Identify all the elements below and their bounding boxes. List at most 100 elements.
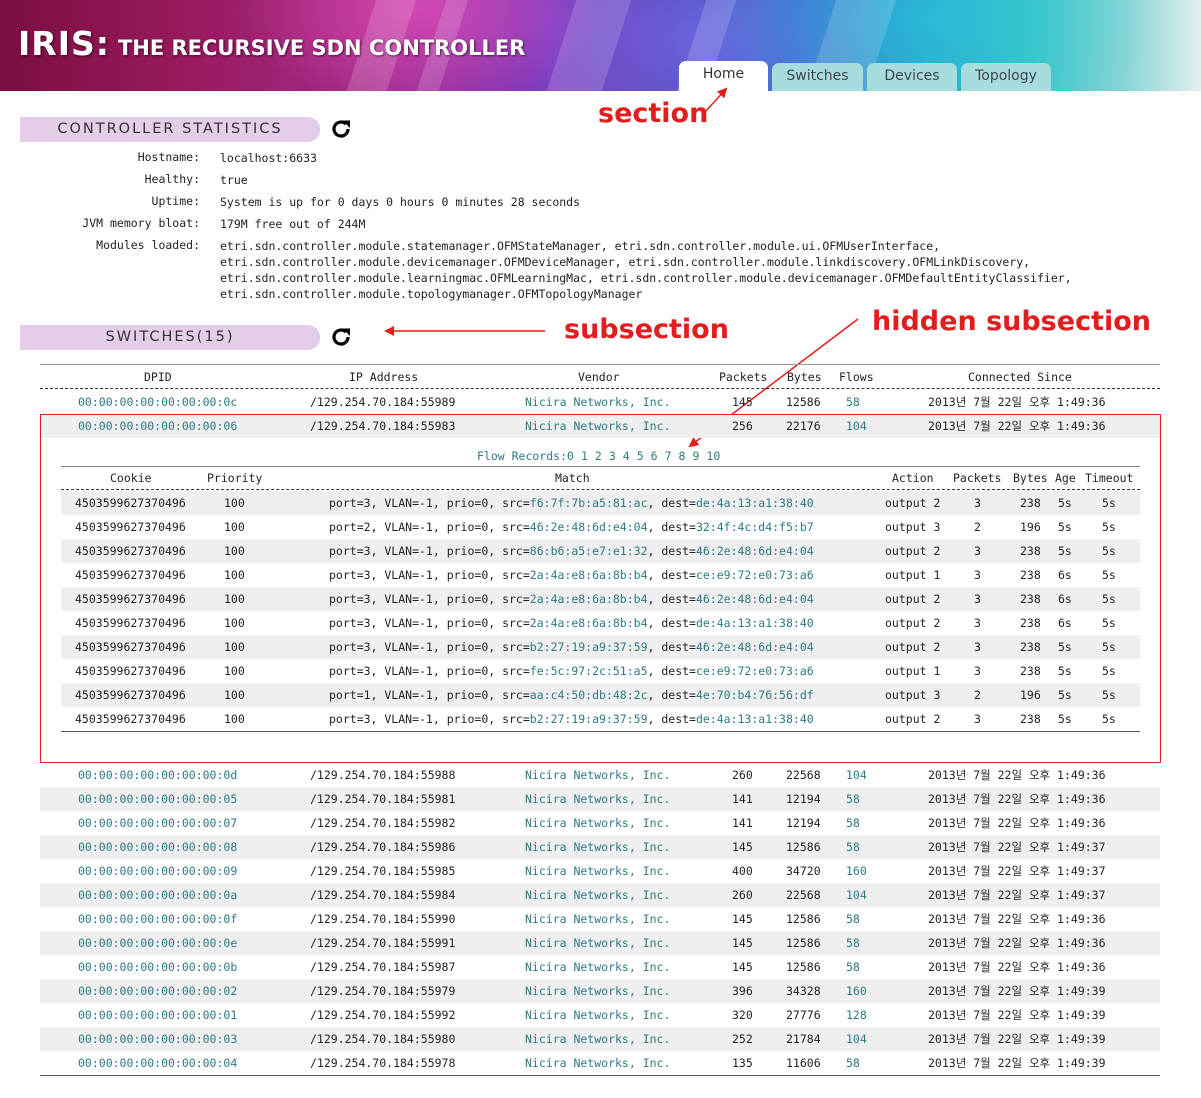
dpid-link[interactable]: 00:00:00:00:00:00:00:0d: [78, 763, 237, 787]
flows-link[interactable]: 58: [846, 835, 860, 859]
switch-row[interactable]: 00:00:00:00:00:00:00:03/129.254.70.184:5…: [40, 1027, 1160, 1051]
switch-row[interactable]: 00:00:00:00:00:00:00:0f/129.254.70.184:5…: [40, 907, 1160, 931]
src-mac-link[interactable]: 86:b6:a5:e7:e1:32: [530, 544, 648, 558]
flow-column-action: Action: [892, 471, 934, 485]
flows-link[interactable]: 58: [846, 955, 860, 979]
flow-page-link[interactable]: 0: [567, 449, 574, 463]
dpid-link[interactable]: 00:00:00:00:00:00:00:03: [78, 1027, 237, 1051]
flow-packets-cell: 3: [974, 712, 981, 726]
switch-row[interactable]: 00:00:00:00:00:00:00:09/129.254.70.184:5…: [40, 859, 1160, 883]
flows-link[interactable]: 58: [846, 1051, 860, 1075]
switch-row[interactable]: 00:00:00:00:00:00:00:0b/129.254.70.184:5…: [40, 955, 1160, 979]
flow-page-link[interactable]: 10: [706, 449, 720, 463]
dest-mac-link[interactable]: 4e:70:b4:76:56:df: [696, 688, 814, 702]
flow-page-link[interactable]: 3: [609, 449, 616, 463]
flows-link[interactable]: 128: [846, 1003, 867, 1027]
priority-cell: 100: [224, 616, 245, 630]
flow-bytes-cell: 238: [1020, 616, 1041, 630]
switch-row[interactable]: 00:00:00:00:00:00:00:0e/129.254.70.184:5…: [40, 931, 1160, 955]
dpid-link[interactable]: 00:00:00:00:00:00:00:04: [78, 1051, 237, 1075]
dest-mac-link[interactable]: de:4a:13:a1:38:40: [696, 496, 814, 510]
src-mac-link[interactable]: 2a:4a:e8:6a:8b:b4: [530, 616, 648, 630]
dpid-link[interactable]: 00:00:00:00:00:00:00:01: [78, 1003, 237, 1027]
dpid-link[interactable]: 00:00:00:00:00:00:00:08: [78, 835, 237, 859]
flow-bytes-cell: 238: [1020, 544, 1041, 558]
switch-row[interactable]: 00:00:00:00:00:00:00:04/129.254.70.184:5…: [40, 1051, 1160, 1075]
dest-mac-link[interactable]: 46:2e:48:6d:e4:04: [696, 592, 814, 606]
vendor-cell: Nicira Networks, Inc.: [525, 888, 671, 902]
bytes-cell: 34720: [786, 864, 821, 878]
dpid-link[interactable]: 00:00:00:00:00:00:00:0b: [78, 955, 237, 979]
flow-packets-cell: 3: [974, 544, 981, 558]
ip-address-cell: /129.254.70.184:55982: [310, 816, 456, 830]
connected-since-cell: 2013년 7월 22일 오후 1:49:39: [928, 1032, 1106, 1046]
flows-link[interactable]: 58: [846, 390, 860, 414]
dest-mac-link[interactable]: 46:2e:48:6d:e4:04: [696, 544, 814, 558]
dpid-link[interactable]: 00:00:00:00:00:00:00:07: [78, 811, 237, 835]
switch-row[interactable]: 00:00:00:00:00:00:00:0a/129.254.70.184:5…: [40, 883, 1160, 907]
dest-mac-link[interactable]: de:4a:13:a1:38:40: [696, 616, 814, 630]
dest-mac-link[interactable]: ce:e9:72:e0:73:a6: [696, 664, 814, 678]
ip-address-cell: /129.254.70.184:55986: [310, 840, 456, 854]
dpid-link[interactable]: 00:00:00:00:00:00:00:0c: [78, 390, 237, 414]
src-mac-link[interactable]: 46:2e:48:6d:e4:04: [530, 520, 648, 534]
flow-records-pager: Flow Records:0 1 2 3 4 5 6 7 8 9 10: [477, 449, 720, 463]
match-cell: port=1, VLAN=-1, prio=0, src=aa:c4:50:db…: [329, 683, 814, 707]
bytes-cell: 11606: [786, 1056, 821, 1070]
dest-mac-link[interactable]: 32:4f:4c:d4:f5:b7: [696, 520, 814, 534]
refresh-icon[interactable]: [329, 325, 353, 349]
switch-row[interactable]: 00:00:00:00:00:00:00:08/129.254.70.184:5…: [40, 835, 1160, 859]
src-mac-link[interactable]: 2a:4a:e8:6a:8b:b4: [530, 568, 648, 582]
dpid-link[interactable]: 00:00:00:00:00:00:00:0f: [78, 907, 237, 931]
dpid-link[interactable]: 00:00:00:00:00:00:00:09: [78, 859, 237, 883]
switch-row[interactable]: 00:00:00:00:00:00:00:0c/129.254.70.184:5…: [40, 390, 1160, 414]
flows-link[interactable]: 104: [846, 763, 867, 787]
match-dest-label: , dest=: [647, 592, 696, 606]
flows-link[interactable]: 58: [846, 811, 860, 835]
flows-link[interactable]: 58: [846, 931, 860, 955]
switch-row[interactable]: 00:00:00:00:00:00:00:01/129.254.70.184:5…: [40, 1003, 1160, 1027]
switch-row[interactable]: 00:00:00:00:00:00:00:05/129.254.70.184:5…: [40, 787, 1160, 811]
src-mac-link[interactable]: f6:7f:7b:a5:81:ac: [530, 496, 648, 510]
flow-page-link[interactable]: 6: [651, 449, 658, 463]
ip-address-cell: /129.254.70.184:55989: [310, 395, 456, 409]
flow-page-link[interactable]: 4: [623, 449, 630, 463]
connected-since-cell: 2013년 7월 22일 오후 1:49:37: [928, 888, 1106, 902]
src-mac-link[interactable]: 2a:4a:e8:6a:8b:b4: [530, 592, 648, 606]
src-mac-link[interactable]: aa:c4:50:db:48:2c: [530, 688, 648, 702]
refresh-icon[interactable]: [329, 117, 353, 141]
dpid-link[interactable]: 00:00:00:00:00:00:00:0a: [78, 883, 237, 907]
flows-link[interactable]: 58: [846, 907, 860, 931]
match-cell: port=2, VLAN=-1, prio=0, src=46:2e:48:6d…: [329, 515, 814, 539]
src-mac-link[interactable]: b2:27:19:a9:37:59: [530, 640, 648, 654]
switches-heading: SWITCHES(15): [20, 325, 320, 350]
flows-link[interactable]: 160: [846, 979, 867, 1003]
switch-row[interactable]: 00:00:00:00:00:00:00:07/129.254.70.184:5…: [40, 811, 1160, 835]
match-dest-label: , dest=: [647, 520, 696, 534]
flow-page-link[interactable]: 8: [679, 449, 686, 463]
flows-link[interactable]: 104: [846, 1027, 867, 1051]
dest-mac-link[interactable]: ce:e9:72:e0:73:a6: [696, 568, 814, 582]
action-cell: output 2: [885, 592, 941, 606]
flow-bytes-cell: 238: [1020, 592, 1041, 606]
dest-mac-link[interactable]: 46:2e:48:6d:e4:04: [696, 640, 814, 654]
flows-link[interactable]: 104: [846, 883, 867, 907]
src-mac-link[interactable]: b2:27:19:a9:37:59: [530, 712, 648, 726]
flows-link[interactable]: 160: [846, 859, 867, 883]
flow-page-link[interactable]: 1: [581, 449, 588, 463]
bytes-cell: 34328: [786, 984, 821, 998]
dpid-link[interactable]: 00:00:00:00:00:00:00:05: [78, 787, 237, 811]
src-mac-link[interactable]: fe:5c:97:2c:51:a5: [530, 664, 648, 678]
dpid-link[interactable]: 00:00:00:00:00:00:00:02: [78, 979, 237, 1003]
cookie-cell: 4503599627370496: [75, 592, 186, 606]
dpid-link[interactable]: 00:00:00:00:00:00:00:0e: [78, 931, 237, 955]
flow-page-link[interactable]: 2: [595, 449, 602, 463]
flow-page-link[interactable]: 9: [692, 449, 699, 463]
flow-table-top-border: [61, 466, 1140, 467]
flows-link[interactable]: 58: [846, 787, 860, 811]
flow-page-link[interactable]: 7: [665, 449, 672, 463]
dest-mac-link[interactable]: de:4a:13:a1:38:40: [696, 712, 814, 726]
flow-page-link[interactable]: 5: [637, 449, 644, 463]
switch-row[interactable]: 00:00:00:00:00:00:00:0d/129.254.70.184:5…: [40, 763, 1160, 787]
switch-row[interactable]: 00:00:00:00:00:00:00:02/129.254.70.184:5…: [40, 979, 1160, 1003]
